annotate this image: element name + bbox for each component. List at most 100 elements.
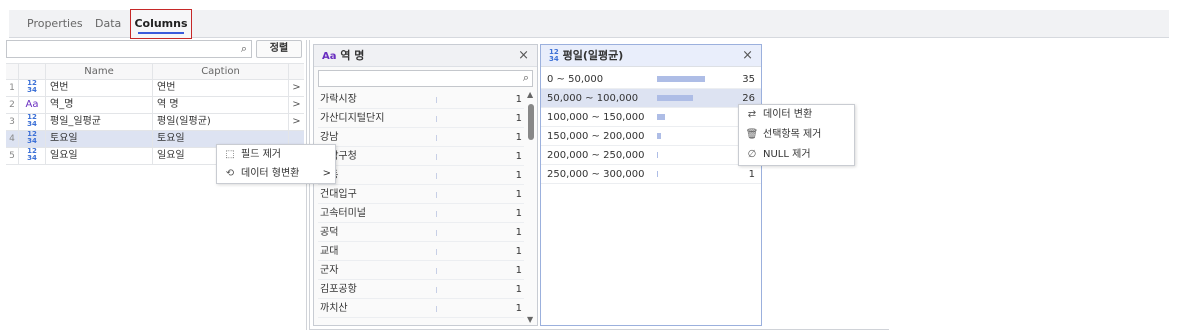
value-label: 공덕 xyxy=(320,227,339,238)
scroll-down-icon[interactable]: ▼ xyxy=(527,315,533,324)
numeric-type-icon: 12 34 xyxy=(19,114,46,131)
value-count: 1 xyxy=(515,113,522,124)
bin-bar xyxy=(657,114,665,120)
tab-columns-label: Columns xyxy=(134,17,188,30)
value-bar xyxy=(436,135,437,141)
list-item-selected[interactable]: 50,000 ~ 100,000 26 xyxy=(541,89,761,108)
menu-item-remove-selected[interactable]: 🗑 선택항목 제거 xyxy=(739,125,854,145)
column-name: 역_명 xyxy=(46,97,153,114)
field-panel-title: 역 명 xyxy=(340,49,365,62)
numeric-type-icon: 12 34 xyxy=(19,131,46,148)
list-item[interactable]: 가락시장 1 xyxy=(318,90,524,109)
list-item[interactable]: 김포공항 1 xyxy=(318,280,524,299)
list-item[interactable]: 0 ~ 50,000 35 xyxy=(541,70,761,89)
tab-bar: Properties Data Columns xyxy=(9,9,1169,39)
search-icon[interactable]: ⌕ xyxy=(523,71,529,85)
list-item[interactable]: 공덕 1 xyxy=(318,223,524,242)
bin-label: 150,000 ~ 200,000 xyxy=(547,131,645,142)
column-caption[interactable]: 평일(일평균) xyxy=(153,114,289,131)
value-bar xyxy=(436,97,437,103)
bin-bar xyxy=(657,76,705,82)
chevron-right-icon[interactable]: > xyxy=(289,80,304,97)
table-row[interactable]: 3 12 34 평일_일평균 평일(일평균) > xyxy=(6,114,304,131)
type-icon-bottom: 34 xyxy=(27,154,37,162)
value-label: 교대 xyxy=(320,246,339,257)
value-count: 1 xyxy=(515,132,522,143)
list-item[interactable]: 고속터미널 1 xyxy=(318,204,524,223)
menu-item-remove-field[interactable]: ⬚ 필드 제거 xyxy=(217,145,335,164)
close-icon[interactable]: × xyxy=(742,45,753,67)
close-icon[interactable]: × xyxy=(518,45,529,67)
scroll-thumb[interactable] xyxy=(528,104,534,140)
value-bar xyxy=(436,287,437,293)
value-label: 가산디지털단지 xyxy=(320,113,385,124)
list-item[interactable]: 강남 1 xyxy=(318,128,524,147)
value-search-input[interactable]: ⌕ xyxy=(318,70,533,87)
list-item[interactable]: 군자 1 xyxy=(318,261,524,280)
row-number: 1 xyxy=(6,80,19,97)
column-search-input[interactable]: ⌕ xyxy=(6,40,252,58)
value-count: 1 xyxy=(515,246,522,257)
value-count: 1 xyxy=(515,227,522,238)
tab-properties[interactable]: Properties xyxy=(27,10,83,38)
panel-splitter[interactable] xyxy=(306,40,310,330)
field-panel-station: Aa 역 명 × ⌕ 가락시장 1 가산디지털단지 1 강남1 강남구청1 강동1 … xyxy=(313,44,538,326)
field-panel-header: Aa 역 명 × xyxy=(314,45,537,67)
bin-count: 35 xyxy=(742,74,755,85)
list-item[interactable]: 건대입구 1 xyxy=(318,185,524,204)
numeric-type-icon: 12 34 xyxy=(19,80,46,97)
menu-item-convert-type[interactable]: ⟲ 데이터 형변환 > xyxy=(217,164,335,183)
chevron-right-icon[interactable]: > xyxy=(289,97,304,114)
list-item[interactable]: 150,000 ~ 200,000 xyxy=(541,127,761,146)
row-number: 5 xyxy=(6,148,19,165)
list-item[interactable]: 250,000 ~ 300,000 1 xyxy=(541,165,761,184)
column-caption[interactable]: 역 명 xyxy=(153,97,289,114)
type-icon-bottom: 34 xyxy=(27,120,37,128)
bin-label: 50,000 ~ 100,000 xyxy=(547,93,639,104)
tab-columns[interactable]: Columns xyxy=(130,9,192,39)
list-item[interactable]: 강남구청 1 xyxy=(318,147,524,166)
value-label: 김포공항 xyxy=(320,284,357,295)
chevron-right-icon[interactable]: > xyxy=(289,114,304,131)
bin-list: 0 ~ 50,000 35 50,000 ~ 100,000 26 100,000 … xyxy=(541,70,761,184)
scrollbar[interactable]: ▲ ▼ xyxy=(526,90,536,324)
bin-label: 250,000 ~ 300,000 xyxy=(547,169,645,180)
text-type-icon: Aa xyxy=(19,97,46,114)
column-name: 연번 xyxy=(46,80,153,97)
value-bar xyxy=(436,249,437,255)
table-row[interactable]: 1 12 34 연번 연번 > xyxy=(6,80,304,97)
search-icon[interactable]: ⌕ xyxy=(241,42,247,56)
column-context-menu: ⬚ 필드 제거 ⟲ 데이터 형변환 > xyxy=(216,144,336,184)
bin-count: 1 xyxy=(748,169,755,180)
value-label: 고속터미널 xyxy=(320,208,366,219)
row-number-header xyxy=(6,64,19,81)
sort-button[interactable]: 정렬 xyxy=(256,40,302,58)
type-header xyxy=(19,64,46,81)
menu-item-remove-null[interactable]: ∅ NULL 제거 xyxy=(739,145,854,165)
arrow-header xyxy=(289,64,304,81)
list-item[interactable]: 200,000 ~ 250,000 xyxy=(541,146,761,165)
caption-header[interactable]: Caption xyxy=(153,64,289,81)
table-row[interactable]: 2 Aa 역_명 역 명 > xyxy=(6,97,304,114)
value-context-menu: ⇄ 데이터 변환 🗑 선택항목 제거 ∅ NULL 제거 xyxy=(738,104,855,166)
name-header[interactable]: Name xyxy=(46,64,153,81)
list-item[interactable]: 까치산 1 xyxy=(318,299,524,318)
list-item[interactable]: 가산디지털단지 1 xyxy=(318,109,524,128)
value-label: 까치산 xyxy=(320,303,348,314)
column-name: 일요일 xyxy=(46,148,153,165)
value-count: 1 xyxy=(515,265,522,276)
bin-bar xyxy=(657,133,661,139)
list-item[interactable]: 100,000 ~ 150,000 xyxy=(541,108,761,127)
scroll-up-icon[interactable]: ▲ xyxy=(527,90,533,99)
menu-item-transform-data[interactable]: ⇄ 데이터 변환 xyxy=(739,105,854,125)
field-panel-weekday: 12 34 평일(일평균) × 0 ~ 50,000 35 50,000 ~ 100… xyxy=(540,44,762,326)
columns-list-panel: ⌕ 정렬 Name Caption 1 12 34 연번 연번 > 2 Aa 역_… xyxy=(6,40,304,330)
tab-data[interactable]: Data xyxy=(95,10,121,38)
column-caption[interactable]: 연번 xyxy=(153,80,289,97)
value-bar xyxy=(436,211,437,217)
value-count: 1 xyxy=(515,94,522,105)
list-item[interactable]: 강동1 xyxy=(318,166,524,185)
text-type-icon: Aa xyxy=(322,51,337,62)
list-item[interactable]: 교대 1 xyxy=(318,242,524,261)
type-icon-bottom: 34 xyxy=(27,86,37,94)
